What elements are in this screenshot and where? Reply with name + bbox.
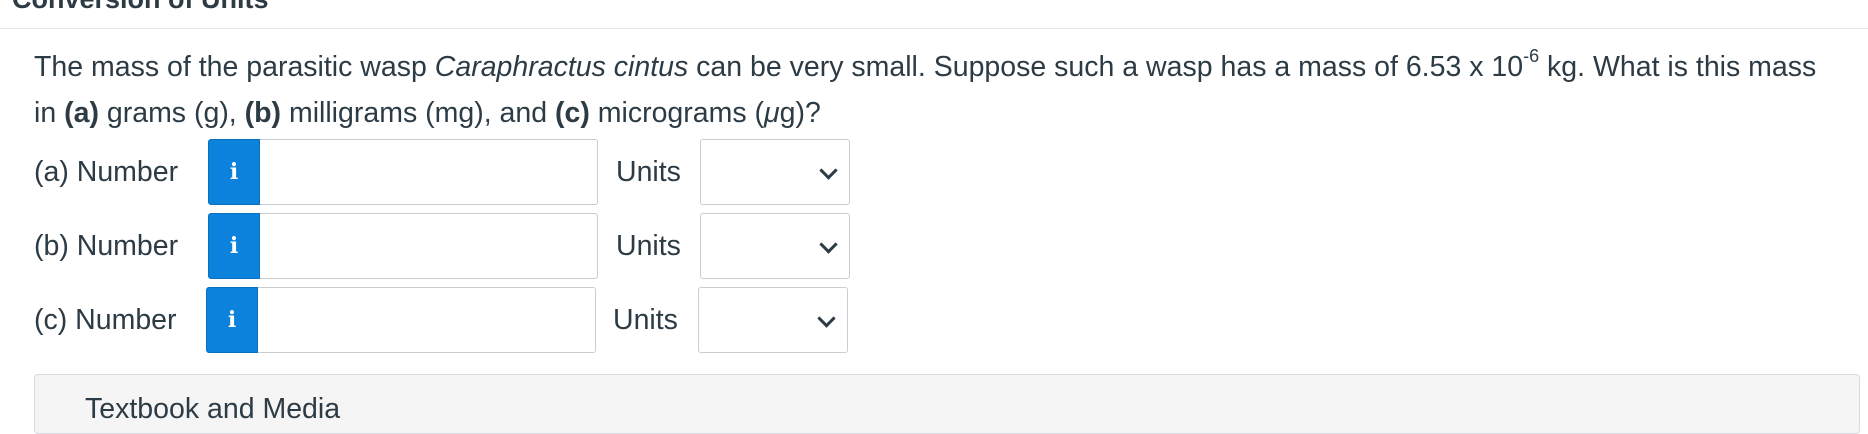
units-select-b[interactable] xyxy=(700,213,850,279)
chevron-down-icon xyxy=(817,309,836,328)
question-mid: can be very small. Suppose such a wasp h… xyxy=(688,51,1524,83)
answer-row-b: (b) Number i Units xyxy=(34,213,934,279)
answer-label-c: (c) Number xyxy=(34,304,177,336)
textbook-media-panel[interactable]: Textbook and Media xyxy=(34,374,1860,434)
info-button-b[interactable]: i xyxy=(208,213,260,279)
info-icon: i xyxy=(227,307,237,333)
info-icon: i xyxy=(229,233,239,259)
units-select-a[interactable] xyxy=(700,139,850,205)
question-text: The mass of the parasitic wasp Caraphrac… xyxy=(34,44,1844,136)
part-c-marker: (c) xyxy=(555,97,590,129)
answer-label-a: (a) Number xyxy=(34,156,179,188)
mu-symbol: μ xyxy=(764,97,780,129)
question-title: Conversion of Units xyxy=(12,0,269,15)
part-c-end: g)? xyxy=(779,97,821,129)
answer-row-a: (a) Number i Units xyxy=(34,139,934,205)
units-label-c: Units xyxy=(613,304,678,336)
question-intro: The mass of the parasitic wasp xyxy=(34,51,435,83)
chevron-down-icon xyxy=(819,161,838,180)
answer-row-c: (c) Number i Units xyxy=(34,287,934,353)
info-button-a[interactable]: i xyxy=(208,139,260,205)
chevron-down-icon xyxy=(819,235,838,254)
units-label-a: Units xyxy=(616,156,681,188)
part-b-marker: (b) xyxy=(244,97,282,129)
number-input-a[interactable] xyxy=(260,139,598,205)
units-select-c[interactable] xyxy=(698,287,848,353)
number-input-c[interactable] xyxy=(258,287,596,353)
number-input-b[interactable] xyxy=(260,213,598,279)
info-icon: i xyxy=(229,159,239,185)
media-panel-title: Textbook and Media xyxy=(85,393,341,425)
part-b-text: milligrams (mg), and xyxy=(281,97,555,129)
part-a-marker: (a) xyxy=(64,97,99,129)
exponent: -6 xyxy=(1523,46,1540,66)
part-c-text: micrograms ( xyxy=(589,97,765,129)
page-header: Conversion of Units xyxy=(0,0,1868,29)
units-label-b: Units xyxy=(616,230,681,262)
species-name: Caraphractus cintus xyxy=(434,51,689,83)
part-a-text: grams (g), xyxy=(98,97,245,129)
info-button-c[interactable]: i xyxy=(206,287,258,353)
answer-label-b: (b) Number xyxy=(34,230,179,262)
